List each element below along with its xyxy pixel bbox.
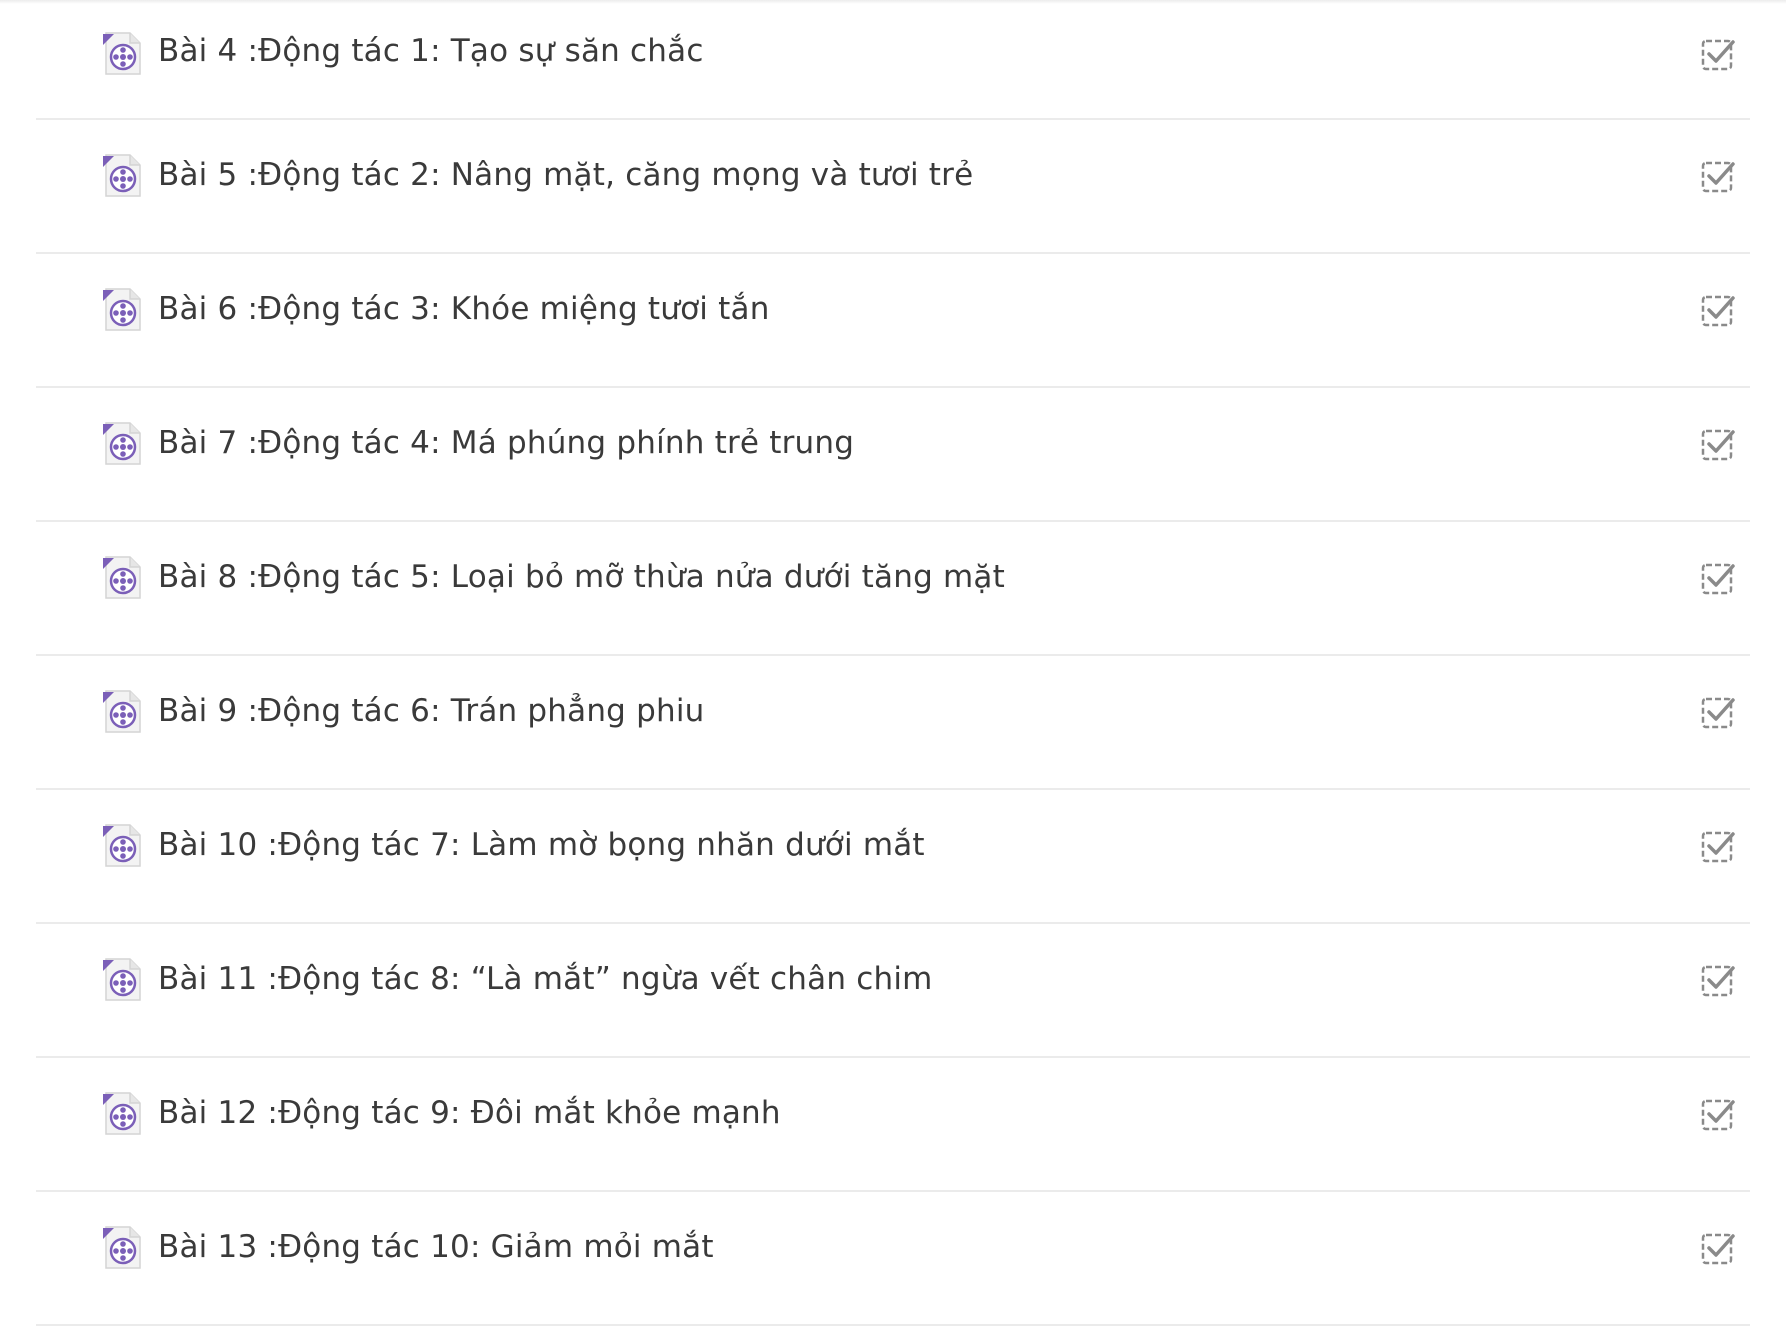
- lesson-row[interactable]: Bài 4 :Động tác 1: Tạo sự săn chắc: [36, 0, 1750, 120]
- video-file-icon: [100, 1090, 144, 1138]
- video-file-icon: [100, 152, 144, 200]
- lesson-row[interactable]: Bài 6 :Động tác 3: Khóe miệng tươi tắn: [36, 254, 1750, 388]
- video-file-icon: [100, 30, 144, 78]
- completion-checkbox-icon[interactable]: [1700, 962, 1736, 998]
- completion-checkbox-icon[interactable]: [1700, 426, 1736, 462]
- completion-checkbox-icon[interactable]: [1700, 1230, 1736, 1266]
- lesson-row[interactable]: Bài 9 :Động tác 6: Trán phẳng phiu: [36, 656, 1750, 790]
- completion-checkbox-icon[interactable]: [1700, 292, 1736, 328]
- lesson-row[interactable]: Bài 11 :Động tác 8: “Là mắt” ngừa vết ch…: [36, 924, 1750, 1058]
- video-file-icon: [100, 956, 144, 1004]
- lesson-title[interactable]: Bài 10 :Động tác 7: Làm mờ bọng nhăn dướ…: [158, 824, 925, 866]
- lesson-row[interactable]: Bài 7 :Động tác 4: Má phúng phính trẻ tr…: [36, 388, 1750, 522]
- completion-checkbox-icon[interactable]: [1700, 560, 1736, 596]
- lesson-row[interactable]: Bài 8 :Động tác 5: Loại bỏ mỡ thừa nửa d…: [36, 522, 1750, 656]
- video-file-icon: [100, 1224, 144, 1272]
- lesson-title[interactable]: Bài 7 :Động tác 4: Má phúng phính trẻ tr…: [158, 422, 854, 464]
- completion-checkbox-icon[interactable]: [1700, 694, 1736, 730]
- completion-checkbox-icon[interactable]: [1700, 828, 1736, 864]
- completion-checkbox-icon[interactable]: [1700, 1096, 1736, 1132]
- lesson-list: Bài 4 :Động tác 1: Tạo sự săn chắc Bài 5…: [36, 0, 1750, 1326]
- lesson-title[interactable]: Bài 11 :Động tác 8: “Là mắt” ngừa vết ch…: [158, 958, 933, 1000]
- video-file-icon: [100, 822, 144, 870]
- lesson-title[interactable]: Bài 13 :Động tác 10: Giảm mỏi mắt: [158, 1226, 714, 1268]
- lesson-row[interactable]: Bài 10 :Động tác 7: Làm mờ bọng nhăn dướ…: [36, 790, 1750, 924]
- lesson-title[interactable]: Bài 6 :Động tác 3: Khóe miệng tươi tắn: [158, 288, 770, 330]
- video-file-icon: [100, 688, 144, 736]
- video-file-icon: [100, 286, 144, 334]
- lesson-row[interactable]: Bài 5 :Động tác 2: Nâng mặt, căng mọng v…: [36, 120, 1750, 254]
- video-file-icon: [100, 420, 144, 468]
- lesson-row[interactable]: Bài 13 :Động tác 10: Giảm mỏi mắt: [36, 1192, 1750, 1326]
- completion-checkbox-icon[interactable]: [1700, 158, 1736, 194]
- completion-checkbox-icon[interactable]: [1700, 36, 1736, 72]
- lesson-title[interactable]: Bài 4 :Động tác 1: Tạo sự săn chắc: [158, 30, 704, 72]
- lesson-title[interactable]: Bài 8 :Động tác 5: Loại bỏ mỡ thừa nửa d…: [158, 556, 1005, 598]
- lesson-row[interactable]: Bài 12 :Động tác 9: Đôi mắt khỏe mạnh: [36, 1058, 1750, 1192]
- lesson-title[interactable]: Bài 5 :Động tác 2: Nâng mặt, căng mọng v…: [158, 154, 973, 196]
- video-file-icon: [100, 554, 144, 602]
- lesson-title[interactable]: Bài 12 :Động tác 9: Đôi mắt khỏe mạnh: [158, 1092, 781, 1134]
- lesson-title[interactable]: Bài 9 :Động tác 6: Trán phẳng phiu: [158, 690, 705, 732]
